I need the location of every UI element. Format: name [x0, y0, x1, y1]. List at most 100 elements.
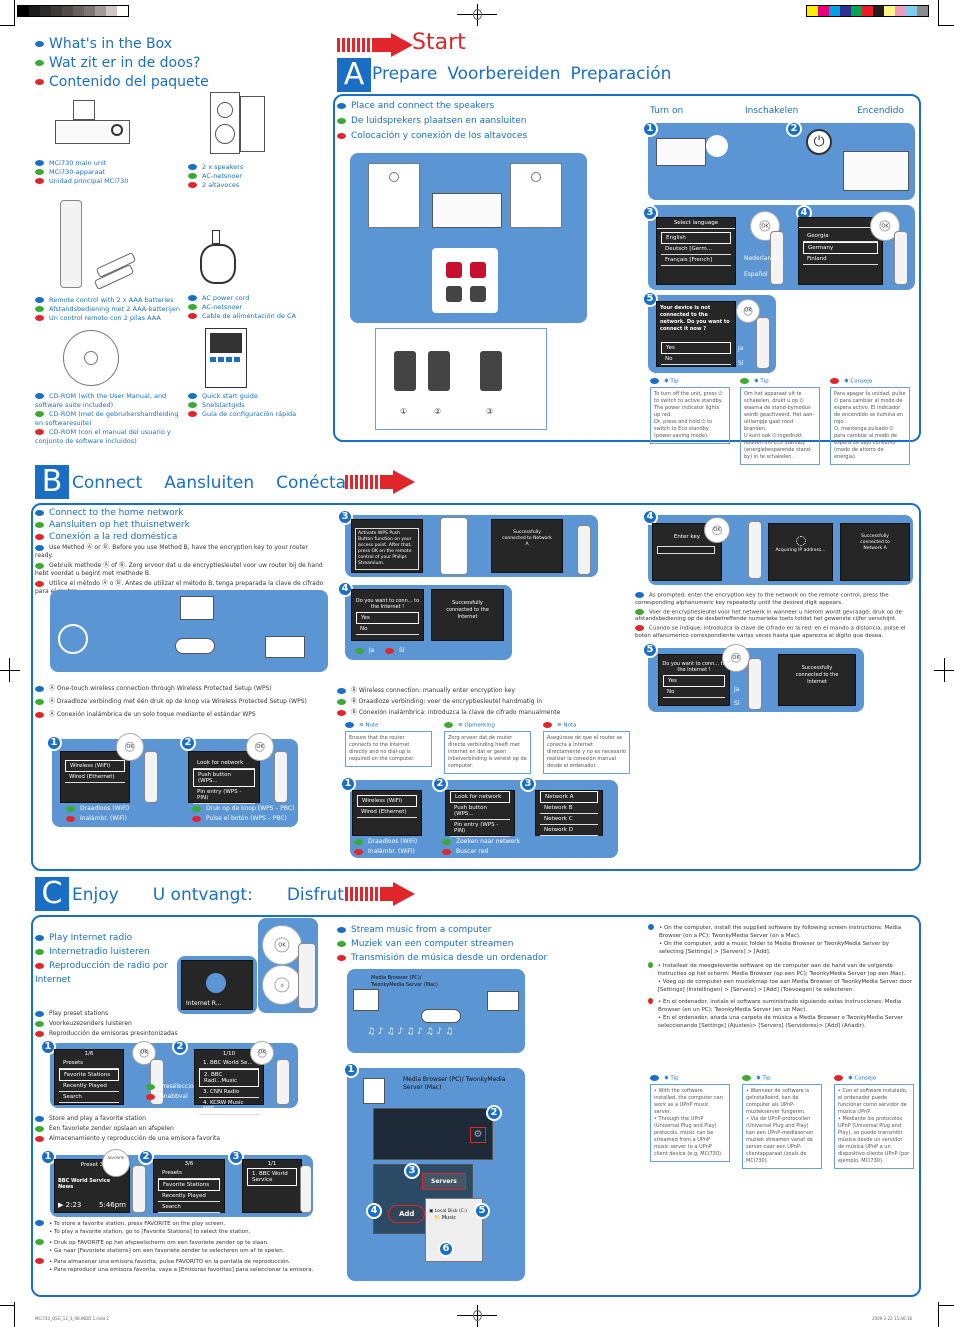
menu-option-push-button[interactable]: Push button (WPS... — [450, 803, 510, 820]
menu-option-look-for-network[interactable]: Look for network — [450, 791, 510, 803]
label-espanol: Español — [744, 271, 768, 278]
network-prompt-text: Your device is not connected to the netw… — [660, 305, 730, 332]
lang-en-icon — [188, 295, 197, 301]
music-notes-icon: ♫ ♪ ♫ ♪ ♫ ♪ ♫ ♪ ♫ — [367, 1027, 454, 1037]
lang-nl-icon — [35, 562, 44, 569]
lang-nl-icon — [355, 647, 364, 654]
folder-drive[interactable]: ▣ Local Disk (C:) — [429, 1209, 479, 1214]
section-a-title-es: Preparación — [570, 64, 672, 84]
step-5-badge: 5 — [474, 1203, 490, 1219]
radio-menu-search[interactable]: Search — [158, 1202, 220, 1213]
country-option-finland[interactable]: Finland — [803, 254, 878, 265]
remote-icon — [274, 751, 288, 803]
station-option[interactable]: 2. BBC Radi...Music — [199, 1069, 259, 1087]
home-menu-screen: Internet R... — [181, 960, 253, 1010]
network-option-d[interactable]: Network D — [540, 825, 598, 836]
menu-option-wired[interactable]: Wired (Ethernet) — [65, 772, 125, 783]
section-a-title: Prepare Voorbereiden Preparación — [372, 64, 671, 84]
menu-option-pin-entry[interactable]: Pin entry (WPS - PIN) — [450, 820, 510, 837]
preset-heading: Play preset stations Voorkeuzezenders lu… — [35, 1009, 178, 1039]
network-option-a[interactable]: Network A — [540, 791, 598, 803]
lang-es-icon — [35, 962, 44, 969]
menu-option-wireless[interactable]: Wireless (WiFi) — [65, 760, 125, 772]
folder-music[interactable]: 📁 Music — [434, 1215, 474, 1221]
settings-gear-button[interactable]: ⚙ — [470, 1127, 486, 1143]
label-ja: Ja — [738, 345, 744, 352]
language-option-francais[interactable]: Français [French] — [661, 255, 731, 266]
section-b-arrow-icon — [345, 470, 415, 494]
step-6-badge: 6 — [438, 1241, 454, 1257]
lang-nl-icon — [635, 608, 644, 615]
lang-en-icon — [648, 924, 654, 930]
internet-prompt-yes[interactable]: Yes — [356, 612, 419, 624]
country-option-germany[interactable]: Germany — [803, 242, 878, 254]
menu-option-pin-entry[interactable]: Pin entry (WPS - PIN) — [193, 787, 255, 804]
lang-nl-icon — [740, 378, 749, 384]
network-list-screen: Network A Network B Network C Network D — [535, 790, 603, 836]
color-swatch — [851, 6, 862, 16]
menu-option-push-button[interactable]: Push button (WPS... — [193, 769, 255, 787]
radio-menu-favorite-stations[interactable]: Favorite Stations — [59, 1069, 119, 1081]
language-option-english[interactable]: English — [661, 232, 731, 244]
label-ja: Ja — [369, 647, 375, 654]
station-option[interactable]: 3. CNN Radio — [199, 1087, 259, 1098]
lang-es-icon — [543, 722, 552, 728]
lang-es-icon — [66, 815, 75, 822]
lang-nl-icon — [35, 948, 44, 955]
stream-diagram-panel: Media Browser (PC)/ TwonkyMedia Server (… — [347, 969, 525, 1053]
section-a-title-en: Prepare — [372, 64, 438, 84]
color-swatch — [895, 6, 906, 16]
radio-menu-presets[interactable]: Presets — [158, 1168, 220, 1179]
lang-en-icon — [35, 41, 44, 47]
speakers-illustration — [205, 92, 265, 157]
network-prompt-yes[interactable]: Yes — [661, 342, 731, 354]
encryption-key-input[interactable] — [657, 546, 715, 554]
network-option-b[interactable]: Network B — [540, 803, 598, 814]
server-label: Media Browser (PC)/ TwonkyMedia Server (… — [403, 1076, 506, 1091]
radio-menu-favorite-stations[interactable]: Favorite Stations — [158, 1179, 220, 1191]
remote-icon — [300, 1165, 312, 1213]
internet-prompt-no[interactable]: No — [356, 624, 419, 635]
radio-menu-recently-played[interactable]: Recently Played — [59, 1081, 119, 1092]
laptop-icon — [180, 596, 214, 620]
language-screen-title: Select language — [657, 218, 735, 229]
label-nederlands: Nederlands — [744, 255, 779, 262]
folder-dialog: 5 ▣ Local Disk (C:) 📁 Music 6 — [425, 1198, 490, 1262]
language-option-deutsch[interactable]: Deutsch [Germ... — [661, 244, 731, 255]
lang-nl-icon — [188, 304, 197, 310]
internet-prompt-yes[interactable]: Yes — [663, 675, 725, 687]
lang-es-icon — [188, 313, 197, 319]
tip-nl: ✱ Tip • Wanneer de software is geïnstall… — [742, 1075, 822, 1169]
lang-nl-icon — [337, 940, 346, 947]
power-button-icon: ⏻ — [806, 129, 832, 155]
station-option[interactable]: 4. KCRW Music NPR — [199, 1098, 259, 1115]
country-option-georgia[interactable]: Georgia — [803, 231, 878, 242]
dpad-icon: OK — [704, 517, 730, 543]
registration-mark-bottom — [457, 1305, 497, 1327]
menu-option-wireless[interactable]: Wireless (WiFi) — [357, 795, 417, 807]
station-option[interactable]: 1. BBC World Se... — [199, 1058, 259, 1069]
laptop-icon — [353, 989, 379, 1011]
lang-nl-icon — [35, 1020, 44, 1027]
menu-option-look-for-network[interactable]: Look for network — [193, 758, 255, 769]
wifi-menu-screen: Wireless (WiFi) Wired (Ethernet) — [60, 751, 130, 803]
radio-menu-recently-played[interactable]: Recently Played — [158, 1191, 220, 1202]
lang-en-icon — [35, 1220, 44, 1226]
lang-es-icon — [635, 625, 644, 631]
favorite-station-option[interactable]: 1. BBC World Service — [247, 1168, 297, 1186]
radio-menu-search[interactable]: Search — [59, 1092, 119, 1103]
label-si: Sí — [399, 647, 405, 654]
color-swatch — [917, 6, 928, 16]
method-a-steps-panel: 1 Wireless (WiFi) Wired (Ethernet) OK Dr… — [46, 733, 298, 827]
registration-mark-top — [457, 4, 497, 26]
add-button[interactable]: Add — [388, 1205, 426, 1223]
internet-prompt-no[interactable]: No — [663, 687, 725, 698]
servers-tab[interactable]: Servers — [422, 1173, 466, 1190]
lang-en-icon — [35, 1115, 44, 1122]
home-network-heading: Connect to the home network Aansluiten o… — [35, 507, 190, 543]
network-prompt-no[interactable]: No — [661, 354, 731, 365]
section-c-tips: ✱ Tip • With the software installed, the… — [650, 1075, 915, 1169]
radio-menu-presets[interactable]: Presets — [59, 1058, 119, 1069]
network-option-c[interactable]: Network C — [540, 814, 598, 825]
menu-option-wired[interactable]: Wired (Ethernet) — [357, 807, 417, 818]
